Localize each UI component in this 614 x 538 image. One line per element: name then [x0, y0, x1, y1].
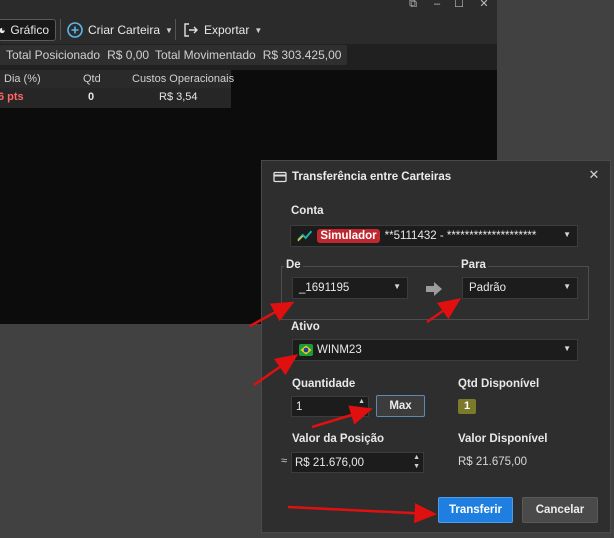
transfer-button[interactable]: Transferir: [438, 497, 513, 523]
brazil-flag-icon: [299, 344, 313, 356]
restore-icon[interactable]: ⧉: [403, 0, 423, 11]
de-value: _1691195: [299, 282, 350, 294]
total-posicionado: Total Posicionado R$ 0,00: [0, 45, 156, 65]
ativo-select[interactable]: WINM23 ▼: [292, 339, 578, 361]
qtd-disponivel-badge: 1: [458, 399, 476, 414]
toolbar-separator: [60, 19, 61, 40]
conta-select[interactable]: Simulador **5111432 - ******************…: [290, 225, 578, 247]
chart-button[interactable]: Gráfico: [0, 19, 56, 41]
ativo-value: WINM23: [317, 344, 362, 356]
valor-disponivel-label: Valor Disponível: [458, 433, 548, 445]
account-logo-icon: [297, 230, 313, 242]
export-label: Exportar: [204, 23, 250, 37]
close-window-icon[interactable]: ✕: [474, 0, 494, 11]
toolbar-separator: [175, 19, 176, 40]
valor-posicao-label: Valor da Posição: [292, 433, 385, 445]
approx-sign: ≈: [281, 455, 288, 467]
chevron-down-icon: ▼: [563, 230, 571, 239]
stepper-arrows-icon[interactable]: ▲ ▼: [413, 453, 420, 471]
column-header-custos[interactable]: Custos Operacionais: [132, 70, 234, 88]
export-button[interactable]: Exportar ▼: [183, 19, 262, 41]
wallet-icon: [273, 171, 287, 182]
chevron-down-icon: ▼: [563, 344, 571, 353]
export-icon: [184, 23, 198, 37]
row-custos-value: R$ 3,54: [159, 91, 198, 103]
cancel-button[interactable]: Cancelar: [522, 497, 598, 523]
minimize-icon[interactable]: –: [427, 0, 447, 11]
para-label: Para: [459, 259, 488, 271]
total-posicionado-value: R$ 0,00: [107, 48, 150, 62]
create-wallet-label: Criar Carteira: [88, 23, 161, 37]
qtd-disponivel-label: Qtd Disponível: [458, 378, 540, 390]
pie-chart-icon: [0, 27, 5, 33]
total-posicionado-label: Total Posicionado: [6, 48, 101, 62]
quantidade-value: 1: [296, 400, 303, 413]
row-qtd-value: 0: [88, 91, 95, 103]
chevron-down-icon: ▼: [254, 25, 263, 35]
chevron-down-icon: ▼: [563, 282, 571, 291]
chart-button-label: Gráfico: [10, 23, 49, 37]
para-value: Padrão: [469, 282, 507, 294]
valor-disponivel-value: R$ 21.675,00: [458, 456, 528, 468]
valor-posicao-input[interactable]: R$ 21.676,00 ▲ ▼: [291, 452, 424, 473]
quantidade-stepper[interactable]: 1 ▲ ▼: [291, 396, 369, 417]
valor-posicao-value: R$ 21.676,00: [295, 456, 365, 469]
add-circle-icon: [67, 22, 83, 38]
total-movimentado-value: R$ 303.425,00: [262, 48, 342, 62]
table-header: Dia (%) Qtd Custos Operacionais: [0, 70, 234, 88]
dialog-title: Transferência entre Carteiras: [292, 170, 452, 183]
ativo-label: Ativo: [291, 321, 320, 333]
arrow-right-icon: [426, 282, 442, 296]
de-label: De: [284, 259, 303, 271]
table-row[interactable]: 6 pts 0 R$ 3,54: [0, 88, 231, 108]
de-select[interactable]: _1691195 ▼: [292, 277, 408, 299]
dialog-title-bar: Transferência entre Carteiras: [262, 161, 610, 192]
quantidade-label: Quantidade: [292, 378, 356, 390]
chevron-down-icon: ▼: [165, 25, 173, 35]
stepper-arrows-icon[interactable]: ▲ ▼: [358, 397, 365, 415]
close-icon[interactable]: ✕: [587, 168, 601, 182]
simulator-badge: Simulador: [317, 229, 380, 243]
column-header-qtd[interactable]: Qtd: [83, 70, 101, 88]
conta-label: Conta: [291, 205, 324, 217]
maximize-icon[interactable]: ☐: [449, 0, 469, 11]
chevron-down-icon: ▼: [393, 282, 401, 291]
para-select[interactable]: Padrão ▼: [462, 277, 578, 299]
row-dia-value: 6 pts: [0, 91, 24, 103]
conta-value: **5111432 - ********************: [384, 230, 537, 242]
total-movimentado: Total Movimentado R$ 303.425,00: [149, 45, 348, 65]
total-movimentado-label: Total Movimentado: [155, 48, 256, 62]
create-wallet-button[interactable]: Criar Carteira ▼: [67, 19, 173, 41]
column-header-dia[interactable]: Dia (%): [4, 70, 41, 88]
max-button[interactable]: Max: [376, 395, 425, 417]
